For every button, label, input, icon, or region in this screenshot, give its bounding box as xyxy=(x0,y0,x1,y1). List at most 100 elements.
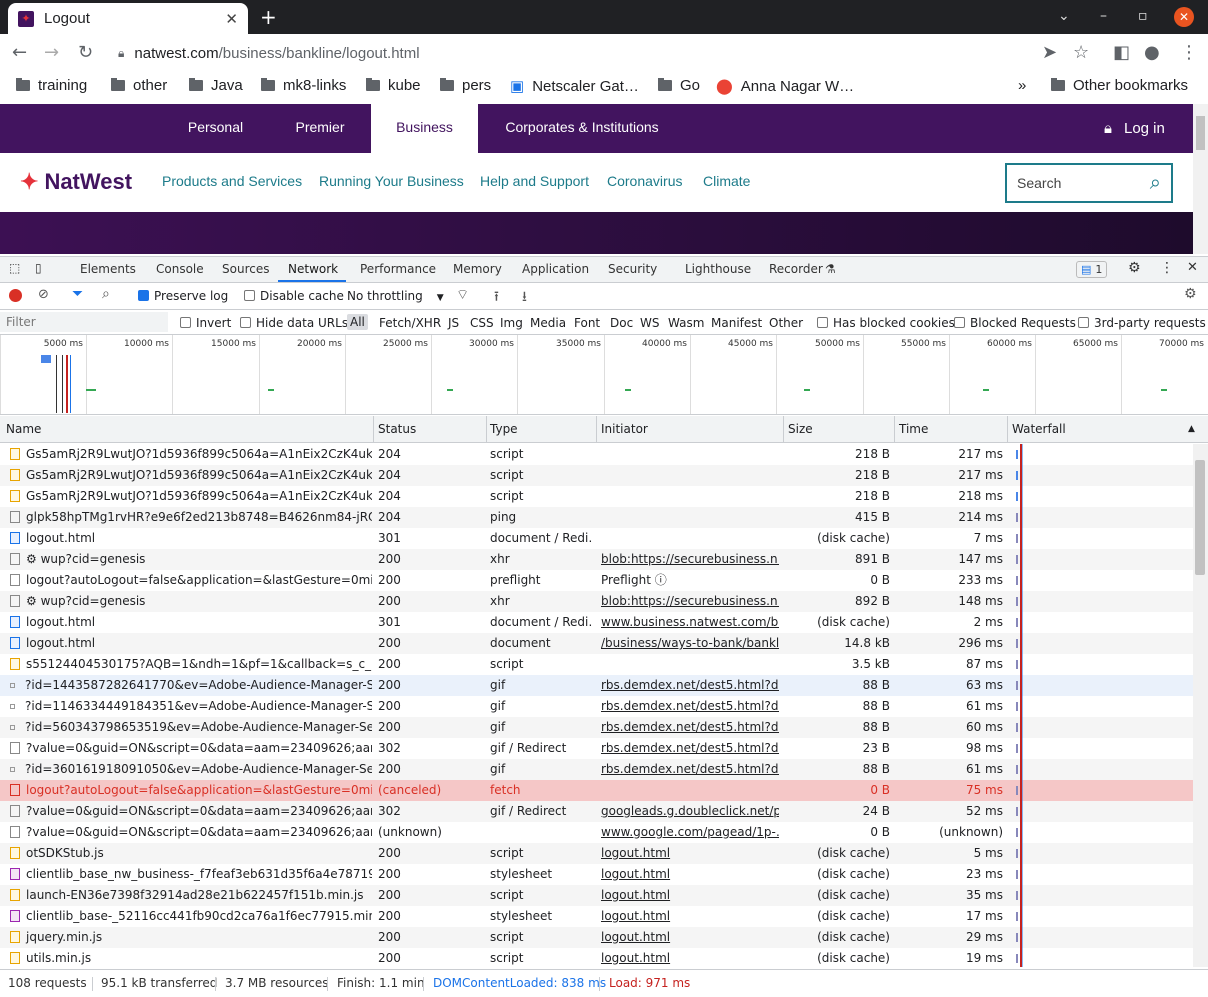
send-icon[interactable]: ➤ xyxy=(1042,42,1057,63)
cell-initiator[interactable]: logout.html xyxy=(601,843,779,864)
table-row[interactable]: utils.min.js 200 script logout.html (disk ca… xyxy=(0,948,1193,969)
type-filter-css[interactable]: CSS xyxy=(470,316,494,330)
tab-network[interactable]: Network xyxy=(288,262,338,276)
hide-data-urls-checkbox[interactable]: Hide data URLs xyxy=(240,316,348,330)
type-filter-js[interactable]: JS xyxy=(448,316,459,330)
profile-icon[interactable]: ● xyxy=(1144,42,1160,63)
maximize-icon[interactable]: ▫ xyxy=(1138,8,1148,24)
bookmark-folder[interactable]: mk8-links xyxy=(261,77,346,94)
forward-icon[interactable]: → xyxy=(44,42,59,63)
cell-initiator[interactable]: rbs.demdex.net/dest5.html?d… xyxy=(601,675,779,696)
blocked-cookies-checkbox[interactable]: Has blocked cookies xyxy=(817,316,955,330)
column-name[interactable]: Name xyxy=(6,422,41,436)
bookmark-folder[interactable]: other xyxy=(111,77,167,94)
cell-initiator[interactable]: rbs.demdex.net/dest5.html?d… xyxy=(601,696,779,717)
tab-corporates[interactable]: Corporates & Institutions xyxy=(490,104,674,153)
more-bookmarks-icon[interactable]: » xyxy=(1018,77,1026,94)
table-row[interactable]: ?id=1146334449184351&ev=Adobe-Audience-M… xyxy=(0,696,1193,717)
table-row[interactable]: logout?autoLogout=false&application=&las… xyxy=(0,780,1193,801)
login-link[interactable]: 🔒︎ Log in xyxy=(1104,120,1165,137)
column-initiator[interactable]: Initiator xyxy=(601,422,648,436)
column-type[interactable]: Type xyxy=(490,422,518,436)
import-har-icon[interactable]: ⭱ xyxy=(494,286,499,310)
table-row[interactable]: ⚙ wup?cid=genesis 200 xhr blob:https://secu… xyxy=(0,591,1193,612)
table-row[interactable]: logout.html 301 document / Redi… www.busine… xyxy=(0,612,1193,633)
table-row[interactable]: glpk58hpTMg1rvHR?e9e6f2ed213b8748=B4626n… xyxy=(0,507,1193,528)
bookmark-folder[interactable]: kube xyxy=(366,77,421,94)
side-panel-icon[interactable]: ◧ xyxy=(1113,42,1130,63)
table-row[interactable]: ⚙ wup?cid=genesis 200 xhr blob:https://secu… xyxy=(0,549,1193,570)
column-waterfall[interactable]: Waterfall xyxy=(1012,422,1066,436)
new-tab-icon[interactable]: + xyxy=(260,5,277,29)
nav-products[interactable]: Products and Services xyxy=(162,173,302,189)
table-row[interactable]: ?id=560343798653519&ev=Adobe-Audience-Ma… xyxy=(0,717,1193,738)
throttling-select[interactable]: No throttling ▼ xyxy=(347,289,444,303)
natwest-logo[interactable]: ✦ NatWest xyxy=(20,169,132,195)
table-row[interactable]: logout?autoLogout=false&application=&las… xyxy=(0,570,1193,591)
tab-recorder[interactable]: Recorder xyxy=(769,262,823,276)
table-row[interactable]: logout.html 200 document/business/ways-to-… xyxy=(0,633,1193,654)
bookmark-star-icon[interactable]: ☆ xyxy=(1073,42,1089,63)
bookmark-folder[interactable]: training xyxy=(16,77,87,94)
messages-badge[interactable]: ▤ 1 xyxy=(1076,261,1108,278)
bookmark-link[interactable]: ⬤ Anna Nagar W… xyxy=(716,77,854,96)
minimize-icon[interactable]: – xyxy=(1100,8,1107,24)
table-row[interactable]: Gs5amRj2R9LwutJO?1d5936f899c5064a=A1nEix… xyxy=(0,465,1193,486)
address-bar[interactable]: 🔒︎ natwest.com/business/bankline/logout.… xyxy=(108,39,1038,67)
type-filter-fetch[interactable]: Fetch/XHR xyxy=(379,316,441,330)
tab-lighthouse[interactable]: Lighthouse xyxy=(685,262,751,276)
column-time[interactable]: Time xyxy=(899,422,928,436)
filter-icon[interactable]: ⏷ xyxy=(72,286,83,302)
search-icon[interactable]: ⌕ xyxy=(1150,165,1161,201)
tab-performance[interactable]: Performance xyxy=(360,262,436,276)
cell-initiator[interactable]: www.google.com/pagead/1p-… xyxy=(601,822,779,843)
nav-climate[interactable]: Climate xyxy=(703,173,750,189)
more-options-icon[interactable]: ⋮ xyxy=(1160,260,1174,276)
type-filter-doc[interactable]: Doc xyxy=(610,316,633,330)
table-row[interactable]: otSDKStub.js 200 script logout.html (disk ca… xyxy=(0,843,1193,864)
table-row[interactable]: s55124404530175?AQB=1&ndh=1&pf=1&callbac… xyxy=(0,654,1193,675)
table-row[interactable]: ?value=0&guid=ON&script=0&data=aam=23409… xyxy=(0,822,1193,843)
table-row[interactable]: Gs5amRj2R9LwutJO?1d5936f899c5064a=A1nEix… xyxy=(0,444,1193,465)
cell-initiator[interactable]: blob:https://securebusiness.n… xyxy=(601,549,779,570)
type-filter-img[interactable]: Img xyxy=(500,316,523,330)
disable-cache-checkbox[interactable]: Disable cache xyxy=(244,289,344,303)
tab-memory[interactable]: Memory xyxy=(453,262,502,276)
sort-ascending-icon[interactable]: ▲ xyxy=(1188,424,1195,434)
network-overview-timeline[interactable]: 5000 ms 10000 ms 15000 ms 20000 ms 25000… xyxy=(0,335,1208,415)
nav-coronavirus[interactable]: Coronavirus xyxy=(607,173,682,189)
tab-application[interactable]: Application xyxy=(522,262,589,276)
clear-icon[interactable]: ⊘ xyxy=(38,287,49,302)
cell-initiator[interactable]: blob:https://securebusiness.n… xyxy=(601,591,779,612)
tab-search-icon[interactable]: ⌄ xyxy=(1058,8,1070,24)
tab-personal[interactable]: Personal xyxy=(168,104,263,153)
cell-initiator[interactable]: logout.html xyxy=(601,948,779,969)
invert-checkbox[interactable]: Invert xyxy=(180,316,231,330)
cell-initiator[interactable]: logout.html xyxy=(601,885,779,906)
back-icon[interactable]: ← xyxy=(12,42,27,63)
cell-initiator[interactable]: googleads.g.doubleclick.net/p… xyxy=(601,801,779,822)
type-filter-wasm[interactable]: Wasm xyxy=(668,316,704,330)
type-filter-manifest[interactable]: Manifest xyxy=(711,316,762,330)
table-row[interactable]: ?value=0&guid=ON&script=0&data=aam=23409… xyxy=(0,738,1193,759)
bookmark-folder[interactable]: Go xyxy=(658,77,700,94)
tab-sources[interactable]: Sources xyxy=(222,262,269,276)
preserve-log-checkbox[interactable]: Preserve log xyxy=(138,289,228,303)
type-filter-ws[interactable]: WS xyxy=(640,316,659,330)
browser-tab[interactable]: ✦ Logout ✕ xyxy=(8,3,248,34)
table-row[interactable]: Gs5amRj2R9LwutJO?1d5936f899c5064a=A1nEix… xyxy=(0,486,1193,507)
filter-input[interactable]: Filter xyxy=(0,312,168,332)
tab-premier[interactable]: Premier xyxy=(275,104,365,153)
type-filter-other[interactable]: Other xyxy=(769,316,803,330)
table-row[interactable]: ?id=360161918091050&ev=Adobe-Audience-Ma… xyxy=(0,759,1193,780)
bookmark-folder[interactable]: Java xyxy=(189,77,243,94)
bookmark-folder[interactable]: pers xyxy=(440,77,491,94)
tab-console[interactable]: Console xyxy=(156,262,204,276)
device-toolbar-icon[interactable]: ▯ xyxy=(35,261,42,275)
nav-help[interactable]: Help and Support xyxy=(480,173,589,189)
table-row[interactable]: clientlib_base-_52116cc441fb90cd2ca76a1f… xyxy=(0,906,1193,927)
scrollbar-thumb[interactable] xyxy=(1195,460,1205,575)
cell-initiator[interactable]: logout.html xyxy=(601,927,779,948)
network-conditions-icon[interactable]: ⌔ xyxy=(456,286,469,304)
column-status[interactable]: Status xyxy=(378,422,416,436)
